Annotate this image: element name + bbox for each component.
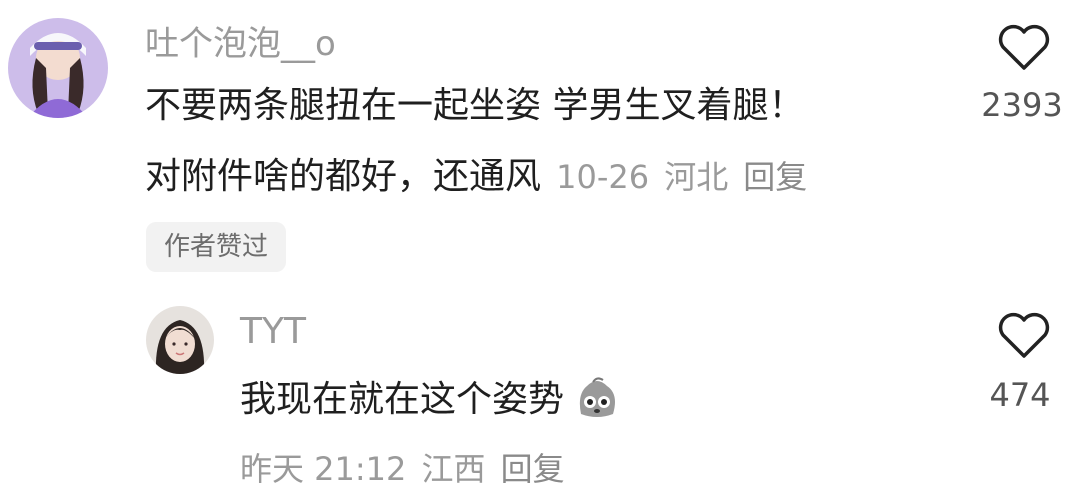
- commenter-avatar[interactable]: [8, 18, 108, 118]
- comment-date: 10-26: [556, 158, 650, 196]
- comment-second-row: 对附件啥的都好，还通风 10-26 河北 回复: [145, 152, 807, 201]
- reply-text-row: 我现在就在这个姿势: [240, 374, 621, 426]
- reply-meta-row: 昨天 21:12 江西 回复: [240, 444, 565, 490]
- reply-like-button[interactable]: [996, 312, 1052, 360]
- reply-location: 江西: [421, 450, 486, 488]
- comment-like-count: 2393: [981, 86, 1063, 124]
- comment-reply-button[interactable]: 回复: [743, 158, 807, 196]
- reply-reply-button[interactable]: 回复: [501, 450, 565, 488]
- comment-like-button[interactable]: [996, 24, 1052, 72]
- reply-like-count: 474: [989, 376, 1051, 414]
- replier-username[interactable]: TYT: [240, 312, 306, 352]
- heart-outline-icon: [998, 312, 1050, 358]
- reply-time: 昨天 21:12: [240, 450, 407, 488]
- emoji-face-icon: [573, 374, 621, 426]
- replier-avatar[interactable]: [146, 306, 214, 374]
- reply-text: 我现在就在这个姿势: [240, 379, 565, 420]
- comment-location: 河北: [664, 158, 729, 196]
- comment-text-line1: 不要两条腿扭在一起坐姿 学男生叉着腿！: [145, 85, 805, 126]
- heart-outline-icon: [998, 24, 1050, 70]
- comment-text-line2: 对附件啥的都好，还通风: [145, 156, 542, 197]
- author-liked-badge: 作者赞过: [146, 222, 287, 272]
- commenter-username[interactable]: 吐个泡泡__o: [145, 24, 336, 64]
